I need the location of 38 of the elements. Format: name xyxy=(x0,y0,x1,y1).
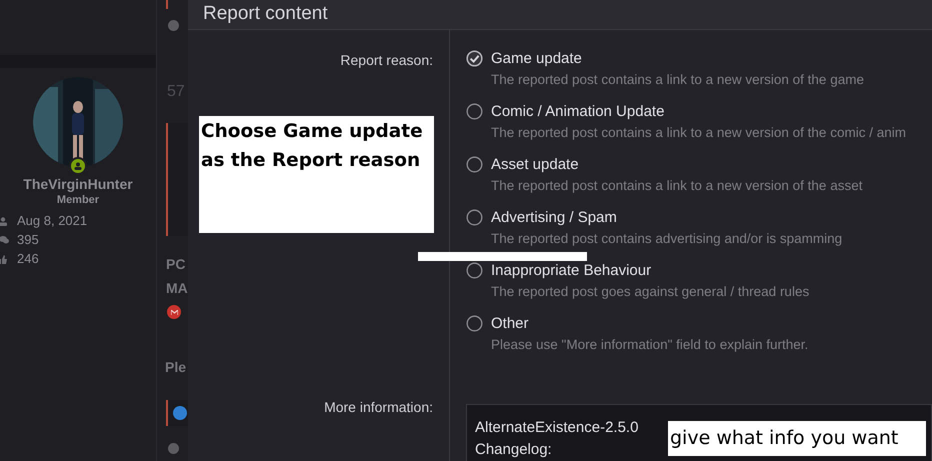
option-label[interactable]: Game update xyxy=(491,48,864,68)
person-icon xyxy=(0,216,9,226)
option-description: The reported post contains a link to a new version of the game xyxy=(491,70,864,89)
option-label[interactable]: Advertising / Spam xyxy=(491,208,842,228)
stat-value: 395 xyxy=(17,231,39,250)
radio-icon[interactable] xyxy=(466,156,483,172)
option-description: Please use "More information" field to explain further. xyxy=(491,336,808,354)
option-label[interactable]: Inappropriate Behaviour xyxy=(491,260,810,280)
field-label: Report reason: xyxy=(340,50,433,70)
option-label[interactable]: Asset update xyxy=(491,154,862,174)
radio-icon[interactable] xyxy=(466,262,483,278)
letter-badge-icon xyxy=(167,305,181,319)
field-label: More information: xyxy=(324,398,433,416)
option-label[interactable]: Comic / Animation Update xyxy=(491,102,906,122)
speech-bubbles-icon xyxy=(0,236,9,244)
post-text: MA xyxy=(166,279,188,298)
dialog-title: Report content xyxy=(203,2,328,26)
status-badge-icon xyxy=(69,157,87,175)
option-description: The reported post contains a link to a new version of the asset xyxy=(491,176,862,195)
info-icon xyxy=(168,20,179,31)
username[interactable]: TheVirginHunter xyxy=(23,175,133,193)
radio-icon[interactable] xyxy=(466,208,483,226)
option-description: The reported post contains advertising and/or is spamming xyxy=(491,230,842,248)
radio-icon[interactable] xyxy=(466,102,483,120)
info-icon xyxy=(168,443,179,454)
post-text: PC xyxy=(166,255,186,274)
post-text: Ple xyxy=(165,358,186,377)
annotation-note: Choose Game update as the Report reason xyxy=(199,116,434,233)
radio-checked-icon[interactable] xyxy=(466,50,483,66)
stat-value: Aug 8, 2021 xyxy=(17,212,88,230)
option-description: The reported post contains a link to a new version of the comic / anim xyxy=(491,124,906,142)
option-description: The reported post goes against general / thread rules xyxy=(491,282,810,301)
radio-icon[interactable] xyxy=(466,314,483,332)
user-role: Member xyxy=(56,193,100,207)
stat-value: 246 xyxy=(17,250,39,268)
option-label[interactable]: Other xyxy=(491,314,808,334)
thumbs-up-icon xyxy=(0,254,9,264)
annotation-note: give what info you want xyxy=(668,421,926,456)
